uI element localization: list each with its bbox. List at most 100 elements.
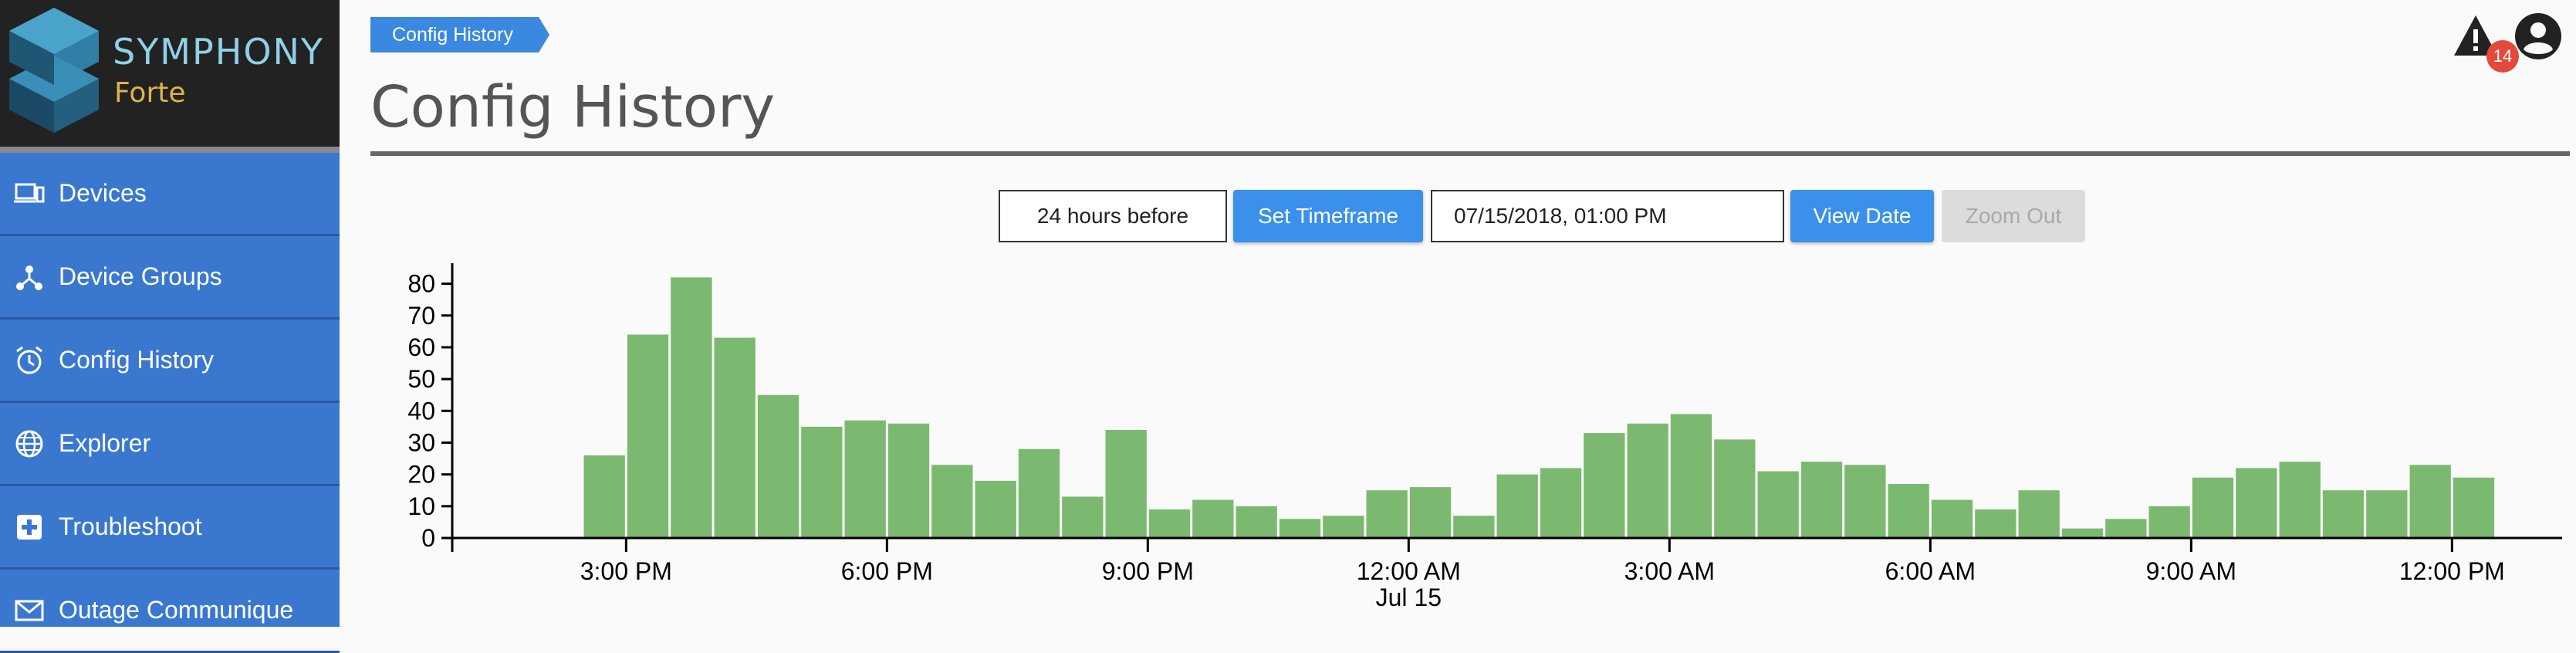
sidebar-item-outage-communique[interactable]: Outage Communique [0, 570, 340, 653]
bar[interactable] [1062, 496, 1104, 537]
x-axis: 3:00 PM 6:00 PM 9:00 PM 12:00 AMJul 15 3:00 … [451, 536, 2562, 611]
breadcrumb[interactable]: Config History [370, 17, 549, 52]
sidebar-item-config-history[interactable]: Config History [0, 320, 340, 403]
y-axis: 0 10 20 30 40 50 60 70 80 [407, 263, 454, 552]
device-groups-icon [14, 262, 45, 293]
date-input[interactable]: 07/15/2018, 01:00 PM [1431, 190, 1784, 242]
bar[interactable] [2409, 465, 2451, 537]
bar[interactable] [1584, 433, 1625, 537]
bar[interactable] [2322, 490, 2365, 537]
medical-plus-icon [14, 512, 45, 543]
alarm-clock-icon [14, 345, 45, 376]
y-tick-label: 70 [407, 302, 435, 330]
bar[interactable] [844, 420, 886, 537]
globe-icon [14, 428, 45, 459]
bar[interactable] [1844, 465, 1886, 537]
bar[interactable] [1105, 430, 1147, 537]
y-tick-label: 80 [407, 270, 435, 298]
x-tick-label: 3:00 AM [1624, 557, 1715, 585]
timeframe-select[interactable]: 24 hours before [999, 190, 1227, 242]
zoom-out-button[interactable]: Zoom Out [1942, 190, 2085, 242]
bar[interactable] [887, 423, 930, 537]
bar[interactable] [627, 334, 669, 537]
bar[interactable] [931, 465, 973, 537]
bar[interactable] [1714, 439, 1756, 537]
bar[interactable] [1236, 506, 1277, 537]
bar[interactable] [1148, 509, 1191, 537]
sidebar-item-troubleshoot[interactable]: Troubleshoot [0, 486, 340, 570]
bar[interactable] [1409, 487, 1452, 537]
bar[interactable] [1496, 474, 1538, 537]
bar[interactable] [975, 480, 1016, 537]
bar[interactable] [583, 455, 625, 537]
bar[interactable] [801, 426, 843, 537]
bar[interactable] [671, 277, 712, 537]
x-tick-label: 9:00 AM [2146, 557, 2236, 585]
view-date-button[interactable]: View Date [1790, 190, 1934, 242]
x-tick-label: 12:00 PM [2399, 557, 2505, 585]
x-tick-label: 12:00 AM [1357, 557, 1461, 585]
bar[interactable] [714, 337, 756, 537]
bar[interactable] [2018, 490, 2060, 537]
bar[interactable] [2061, 528, 2104, 537]
bar[interactable] [1540, 468, 1582, 537]
sidebar-item-explorer[interactable]: Explorer [0, 403, 340, 486]
y-tick-label: 60 [407, 333, 435, 361]
sidebar-item-label: Explorer [59, 429, 151, 457]
sidebar-item-label: Troubleshoot [59, 513, 202, 540]
envelope-icon [14, 595, 45, 626]
logo-name: SYMPHONY [113, 31, 325, 73]
y-tick-label: 0 [421, 524, 435, 552]
bar[interactable] [1192, 499, 1234, 537]
bar[interactable] [1800, 462, 1843, 537]
sidebar-item-label: Config History [59, 346, 214, 374]
bar-series [583, 277, 2495, 537]
sidebar-nav: Devices Device Groups Config History Exp… [0, 153, 340, 653]
bar[interactable] [2453, 477, 2495, 537]
title-divider [370, 151, 2570, 156]
bar[interactable] [1453, 516, 1495, 537]
x-tick-label: 3:00 PM [580, 557, 672, 585]
bar[interactable] [2236, 468, 2277, 537]
symphony-logo-icon [9, 8, 99, 133]
logo-divider [0, 147, 340, 153]
x-tick-label: 6:00 PM [841, 557, 933, 585]
bar[interactable] [1018, 448, 1060, 537]
page-title: Config History [370, 74, 776, 140]
bar[interactable] [1757, 471, 1799, 537]
y-tick-label: 30 [407, 428, 435, 456]
devices-icon [14, 178, 45, 209]
x-tick-label: 6:00 AM [1885, 557, 1976, 585]
y-tick-label: 40 [407, 397, 435, 425]
account-icon[interactable] [2514, 12, 2562, 60]
bar[interactable] [1323, 516, 1364, 537]
bar[interactable] [2148, 506, 2190, 537]
bar[interactable] [1366, 490, 1408, 537]
logo-subtitle: Forte [114, 77, 186, 109]
bar[interactable] [2279, 462, 2321, 537]
logo[interactable]: SYMPHONY Forte [0, 0, 340, 147]
bar[interactable] [1931, 499, 1973, 537]
bar[interactable] [1975, 509, 2017, 537]
bar[interactable] [1279, 519, 1321, 537]
sidebar-item-devices[interactable]: Devices [0, 153, 340, 236]
y-tick-label: 50 [407, 365, 435, 393]
bar[interactable] [1670, 414, 1712, 537]
bar[interactable] [757, 394, 800, 537]
x-tick-label: 9:00 PM [1102, 557, 1194, 585]
bar[interactable] [2366, 490, 2408, 537]
sidebar-item-device-groups[interactable]: Device Groups [0, 236, 340, 320]
sidebar-item-label: Devices [59, 179, 147, 207]
bar[interactable] [2192, 477, 2234, 537]
sidebar: SYMPHONY Forte Devices Device Groups Con… [0, 0, 340, 653]
bar[interactable] [1627, 423, 1668, 537]
y-tick-label: 20 [407, 461, 435, 489]
bar[interactable] [2105, 519, 2147, 537]
x-tick-sublabel: Jul 15 [1376, 584, 1442, 611]
sidebar-item-label: Outage Communique [59, 596, 294, 624]
sidebar-item-label: Device Groups [59, 262, 222, 290]
bar[interactable] [1888, 484, 1929, 537]
config-history-chart: 0 10 20 30 40 50 60 70 80 3:00 PM 6:00 PM 9:00 PM 1… [407, 263, 2562, 611]
set-timeframe-button[interactable]: Set Timeframe [1233, 190, 1423, 242]
y-tick-label: 10 [407, 492, 435, 520]
